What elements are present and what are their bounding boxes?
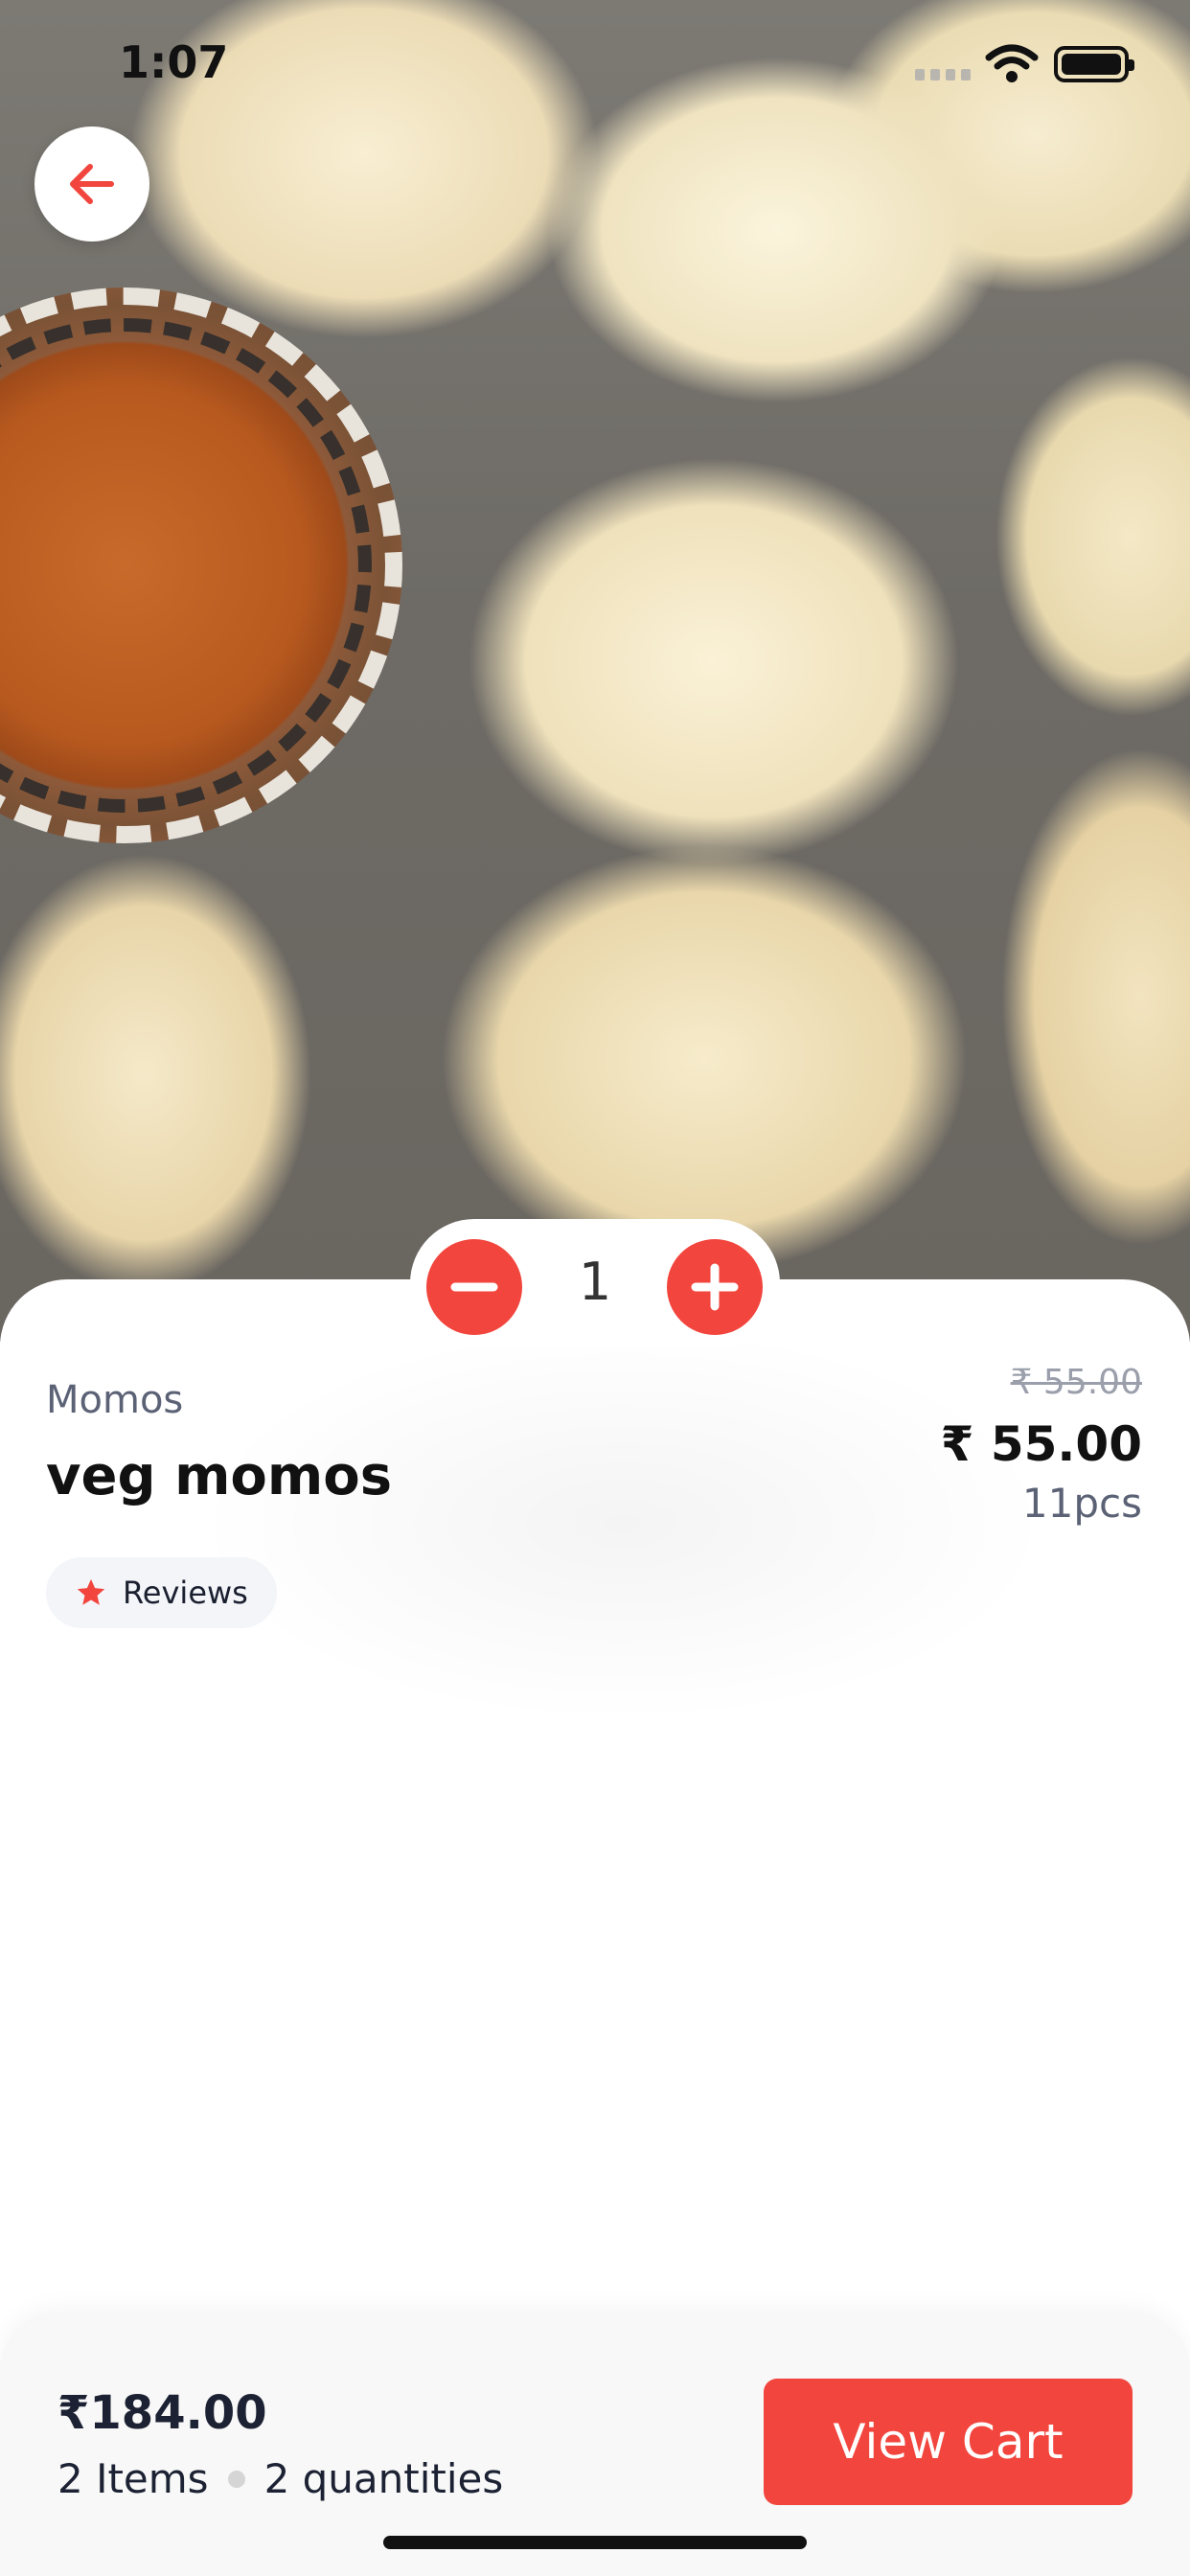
quantity-value: 1 bbox=[578, 1252, 612, 1312]
sheet-shadow bbox=[192, 1322, 1054, 1725]
plus-icon bbox=[691, 1263, 739, 1311]
sauce-bowl bbox=[0, 288, 402, 843]
quantity-stepper: 1 bbox=[410, 1219, 780, 1347]
cart-total: ₹184.00 bbox=[57, 2386, 267, 2440]
battery-icon bbox=[1054, 46, 1134, 82]
view-cart-button[interactable]: View Cart bbox=[764, 2379, 1133, 2505]
product-image bbox=[0, 0, 1190, 1342]
signal-icon bbox=[915, 69, 973, 80]
minus-icon bbox=[450, 1282, 498, 1292]
back-button[interactable] bbox=[34, 126, 149, 242]
increase-quantity-button[interactable] bbox=[667, 1239, 763, 1335]
wifi-icon bbox=[985, 44, 1039, 82]
separator-dot bbox=[227, 2470, 245, 2488]
status-bar: 1:07 bbox=[0, 0, 1190, 125]
status-time: 1:07 bbox=[119, 36, 229, 88]
decrease-quantity-button[interactable] bbox=[426, 1239, 522, 1335]
cart-summary: 2 Items 2 quantities bbox=[57, 2455, 503, 2502]
arrow-left-icon bbox=[70, 164, 114, 204]
cart-quantities: 2 quantities bbox=[263, 2455, 504, 2502]
product-name: veg momos bbox=[46, 1445, 393, 1507]
cart-items-count: 2 Items bbox=[57, 2455, 209, 2502]
reviews-button[interactable]: Reviews bbox=[46, 1557, 277, 1628]
reviews-label: Reviews bbox=[123, 1575, 248, 1611]
home-indicator bbox=[383, 2536, 807, 2549]
original-price: ₹ 55.00 bbox=[1010, 1363, 1142, 1402]
piece-count: 11pcs bbox=[1021, 1480, 1142, 1527]
product-category: Momos bbox=[46, 1378, 184, 1422]
product-price: ₹ 55.00 bbox=[940, 1416, 1142, 1472]
star-icon bbox=[77, 1578, 105, 1605]
